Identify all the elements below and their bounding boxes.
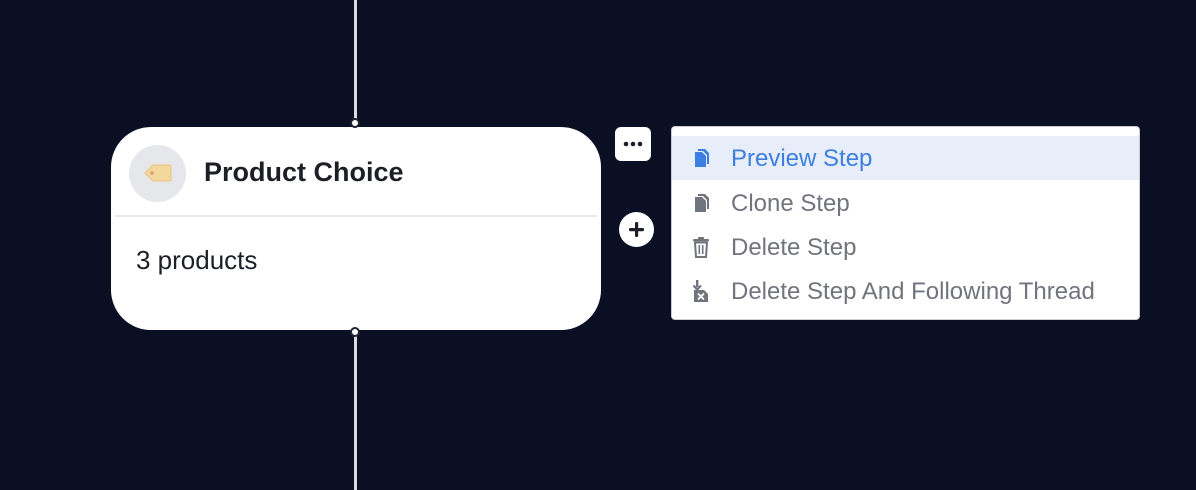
menu-item-label: Clone Step <box>731 190 850 217</box>
connector-line-bottom <box>354 332 357 490</box>
ellipsis-icon <box>623 141 643 147</box>
step-card[interactable]: Product Choice 3 products <box>111 127 601 330</box>
connector-line-top <box>354 0 357 124</box>
menu-item-delete-step[interactable]: Delete Step <box>672 225 1139 269</box>
copy-icon <box>695 194 709 212</box>
menu-item-clone-step[interactable]: Clone Step <box>672 181 1139 225</box>
card-divider <box>115 215 597 217</box>
step-more-button[interactable] <box>615 127 651 161</box>
step-icon-badge <box>129 145 186 202</box>
trash-icon <box>693 237 709 258</box>
connector-handle-bottom[interactable] <box>350 327 360 337</box>
step-summary: 3 products <box>136 245 258 275</box>
menu-item-label: Delete Step And Following Thread <box>731 278 1095 305</box>
step-context-menu: Preview Step Clone Step Delete Step Dele… <box>671 126 1140 320</box>
add-step-button[interactable] <box>619 212 654 247</box>
copy-icon <box>695 149 709 167</box>
menu-item-label: Delete Step <box>731 234 857 261</box>
delete-thread-icon <box>692 280 708 302</box>
step-card-header: Product Choice <box>111 127 601 216</box>
price-tag-icon <box>144 164 172 182</box>
menu-item-label: Preview Step <box>731 145 873 172</box>
menu-item-preview-step[interactable]: Preview Step <box>672 136 1139 180</box>
connector-handle-top[interactable] <box>350 118 360 128</box>
menu-item-delete-step-and-thread[interactable]: Delete Step And Following Thread <box>672 269 1139 313</box>
step-title: Product Choice <box>204 157 404 187</box>
plus-icon <box>629 222 644 237</box>
